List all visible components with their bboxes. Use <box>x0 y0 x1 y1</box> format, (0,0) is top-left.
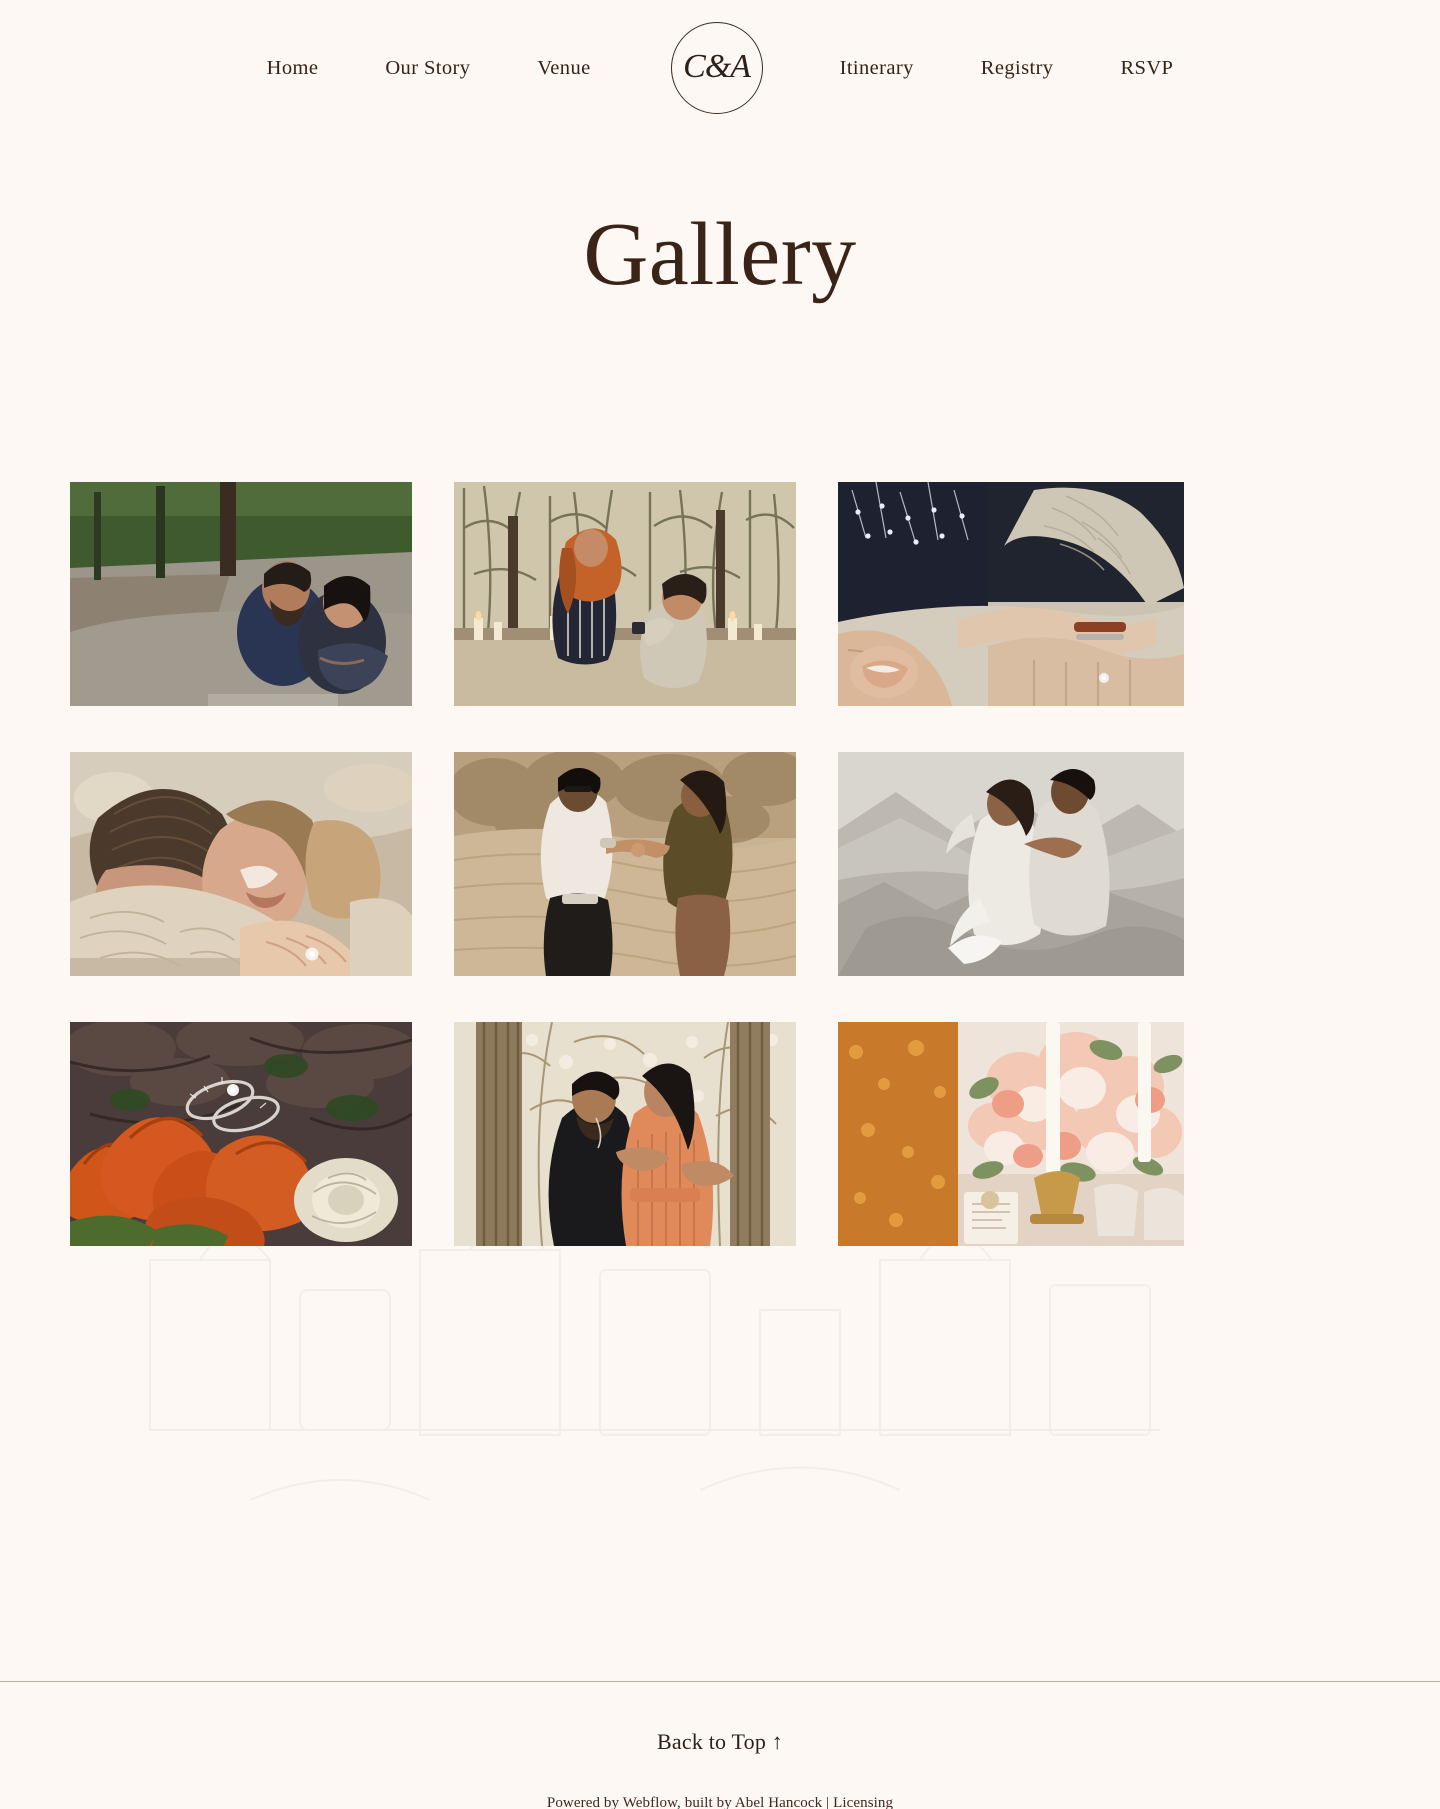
site-logo[interactable]: C&A <box>670 22 763 114</box>
photo-desert-hands <box>454 751 796 976</box>
nav-item-registry[interactable]: Registry <box>979 51 1056 86</box>
colophon-separator: | <box>822 1795 834 1809</box>
gallery-row <box>0 481 1440 706</box>
webflow-link[interactable]: Webflow <box>623 1795 677 1809</box>
photo-proposal-patio <box>454 481 796 706</box>
gallery-page: Home Our Story Venue C&A Itinerary Regis… <box>0 0 1440 1809</box>
logo-monogram-text: C&A <box>683 48 751 85</box>
photo-rings-tulips <box>70 1021 412 1246</box>
main-navigation: Home Our Story Venue C&A Itinerary Regis… <box>0 0 1440 136</box>
author-link[interactable]: Abel Hancock <box>735 1795 822 1809</box>
gallery-item-mountain-couple[interactable] <box>838 751 1184 976</box>
nav-links-left: Home Our Story Venue <box>265 51 593 86</box>
nav-item-home[interactable]: Home <box>265 51 321 86</box>
footer-colophon: Powered by Webflow, built by Abel Hancoc… <box>547 1795 893 1809</box>
licensing-link[interactable]: Licensing <box>833 1795 893 1809</box>
photo-embrace-sweaters <box>70 751 412 976</box>
photo-path-couple <box>70 481 412 706</box>
photo-gallery-grid <box>0 481 1440 1246</box>
colophon-prefix: Powered by <box>546 1795 623 1809</box>
gallery-item-hands-ring-sweater[interactable] <box>838 481 1184 706</box>
photo-reception-flowers <box>838 1021 1184 1246</box>
gallery-item-proposal-patio[interactable] <box>454 481 796 706</box>
nav-item-venue[interactable]: Venue <box>535 51 592 86</box>
gallery-item-rings-tulips[interactable] <box>70 1021 412 1246</box>
site-footer: Back to Top ↑ Powered by Webflow, built … <box>0 1682 1440 1809</box>
photo-grove-couple <box>454 1021 796 1246</box>
monogram-circle-icon: C&A <box>670 22 763 114</box>
gallery-row <box>0 1021 1440 1246</box>
colophon-middle: , built by <box>677 1795 735 1809</box>
back-to-top-link[interactable]: Back to Top ↑ <box>657 1729 783 1755</box>
gallery-item-desert-hands[interactable] <box>454 751 796 976</box>
page-title: Gallery <box>583 205 857 304</box>
nav-item-rsvp[interactable]: RSVP <box>1118 51 1175 86</box>
photo-mountain-couple <box>838 751 1184 976</box>
gallery-row <box>0 751 1440 976</box>
gallery-item-reception-flowers[interactable] <box>838 1021 1184 1246</box>
gallery-item-grove-couple[interactable] <box>454 1021 796 1246</box>
nav-item-our-story[interactable]: Our Story <box>383 51 472 86</box>
gallery-item-path-couple[interactable] <box>70 481 412 706</box>
photo-hands-ring-sweater <box>838 481 1184 706</box>
nav-item-itinerary[interactable]: Itinerary <box>838 51 916 86</box>
gallery-item-embrace-sweaters[interactable] <box>70 751 412 976</box>
nav-links-right: Itinerary Registry RSVP <box>838 51 1176 86</box>
